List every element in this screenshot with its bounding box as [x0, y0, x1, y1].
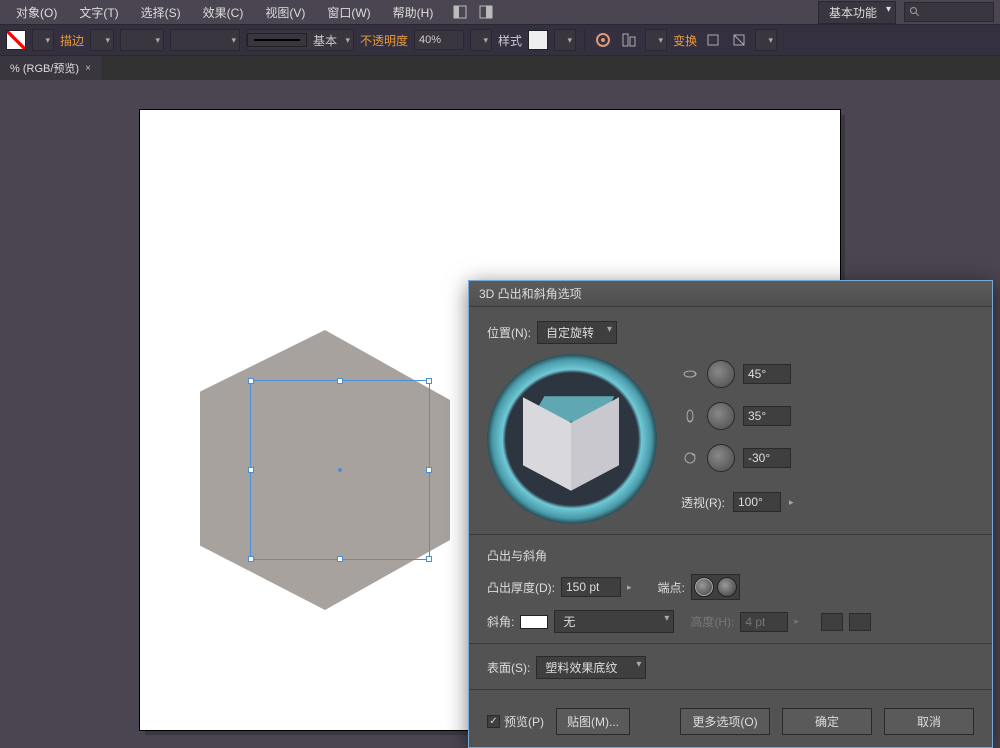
options-bar: 描边 基本 不透明度 样式 变换 — [0, 24, 1000, 56]
workspace-dropdown[interactable]: 基本功能 — [818, 1, 896, 24]
align-dropdown[interactable] — [645, 29, 667, 51]
bevel-height-input — [740, 612, 788, 632]
menu-help[interactable]: 帮助(H) — [383, 1, 444, 24]
cap-toggle — [691, 574, 740, 600]
document-tab-label: % (RGB/预览) — [10, 60, 79, 76]
separator — [584, 29, 585, 51]
surface-label: 表面(S): — [487, 659, 530, 676]
align-icon[interactable] — [619, 30, 639, 50]
transform-icon-2[interactable] — [729, 30, 749, 50]
map-art-button[interactable]: 贴图(M)... — [556, 708, 630, 735]
selection-bounding-box[interactable] — [250, 380, 430, 560]
stroke-profile-dropdown[interactable] — [170, 29, 240, 51]
menubar: 对象(O) 文字(T) 选择(S) 效果(C) 视图(V) 窗口(W) 帮助(H… — [0, 0, 1000, 24]
bevel-extent-in-icon — [821, 613, 843, 631]
bevel-height-label: 高度(H): — [690, 613, 734, 630]
preview-checkbox-label: 预览(P) — [504, 713, 544, 730]
rotate-z-icon — [681, 449, 699, 467]
bevel-preview-swatch — [520, 615, 548, 629]
dialog-title: 3D 凸出和斜角选项 — [479, 285, 582, 302]
transform-icon-1[interactable] — [703, 30, 723, 50]
depth-stepper-icon[interactable]: ▸ — [627, 582, 632, 593]
dialog-titlebar[interactable]: 3D 凸出和斜角选项 — [469, 281, 992, 307]
rotate-y-dial[interactable] — [707, 402, 735, 430]
cap-off-button[interactable] — [717, 577, 737, 597]
preview-cube — [527, 394, 617, 484]
position-dropdown[interactable]: 自定旋转 — [537, 321, 617, 344]
rotate-x-dial[interactable] — [707, 360, 735, 388]
graphic-style-swatch[interactable] — [528, 30, 548, 50]
more-options-button[interactable]: 更多选项(O) — [680, 708, 770, 735]
cap-label: 端点: — [658, 579, 685, 596]
divider — [469, 689, 992, 690]
selection-handle[interactable] — [248, 467, 254, 473]
close-tab-icon[interactable]: × — [85, 63, 91, 74]
brush-def-label: 基本 — [313, 32, 337, 49]
cap-on-button[interactable] — [694, 577, 714, 597]
menu-window[interactable]: 窗口(W) — [317, 1, 380, 24]
menu-effect[interactable]: 效果(C) — [193, 1, 254, 24]
3d-extrude-bevel-dialog: 3D 凸出和斜角选项 位置(N): 自定旋转 — [468, 280, 993, 748]
divider — [469, 534, 992, 535]
divider — [469, 643, 992, 644]
extrude-section-label: 凸出与斜角 — [487, 547, 974, 564]
stroke-label: 描边 — [60, 32, 84, 49]
rotate-x-input[interactable] — [743, 364, 791, 384]
preview-checkbox[interactable]: ✓ 预览(P) — [487, 713, 544, 730]
selection-handle[interactable] — [426, 467, 432, 473]
perspective-label: 透视(R): — [681, 494, 725, 511]
opacity-input[interactable] — [414, 30, 464, 50]
stroke-weight-dropdown[interactable] — [120, 29, 164, 51]
bevel-dropdown[interactable]: 无 — [554, 610, 674, 633]
fill-dropdown[interactable] — [32, 29, 54, 51]
opacity-dropdown[interactable] — [470, 29, 492, 51]
graphic-style-dropdown[interactable] — [554, 29, 576, 51]
3d-preview-widget[interactable] — [487, 354, 657, 524]
menu-object[interactable]: 对象(O) — [6, 1, 67, 24]
height-stepper-icon: ▸ — [794, 616, 799, 627]
doc-arrange-icon[interactable] — [451, 3, 469, 21]
brush-def-dropdown[interactable]: 基本 — [246, 29, 354, 51]
opacity-label: 不透明度 — [360, 32, 408, 49]
selection-handle[interactable] — [337, 556, 343, 562]
selection-handle[interactable] — [248, 556, 254, 562]
transform-label[interactable]: 变换 — [673, 32, 697, 49]
perspective-stepper-icon[interactable]: ▸ — [789, 497, 794, 508]
depth-input[interactable] — [561, 577, 621, 597]
selection-handle[interactable] — [426, 378, 432, 384]
rotate-x-icon — [681, 365, 699, 383]
bevel-extent-out-icon — [849, 613, 871, 631]
selection-center — [338, 468, 342, 472]
style-label: 样式 — [498, 32, 522, 49]
bevel-label: 斜角: — [487, 613, 514, 630]
transform-dropdown[interactable] — [755, 29, 777, 51]
position-label: 位置(N): — [487, 324, 531, 341]
checkbox-checked-icon: ✓ — [487, 715, 500, 728]
fill-swatch[interactable] — [6, 30, 26, 50]
rotate-y-input[interactable] — [743, 406, 791, 426]
search-input[interactable] — [904, 2, 994, 22]
screen-mode-icon[interactable] — [477, 3, 495, 21]
rotate-y-icon — [681, 407, 699, 425]
menu-text[interactable]: 文字(T) — [69, 1, 128, 24]
ok-button[interactable]: 确定 — [782, 708, 872, 735]
menu-select[interactable]: 选择(S) — [131, 1, 191, 24]
perspective-input[interactable] — [733, 492, 781, 512]
selection-handle[interactable] — [248, 378, 254, 384]
menu-view[interactable]: 视图(V) — [255, 1, 315, 24]
rotate-z-input[interactable] — [743, 448, 791, 468]
rotate-z-dial[interactable] — [707, 444, 735, 472]
recolor-icon[interactable] — [593, 30, 613, 50]
search-icon — [909, 6, 921, 18]
selection-handle[interactable] — [426, 556, 432, 562]
document-tab[interactable]: % (RGB/预览) × — [0, 56, 101, 80]
surface-dropdown[interactable]: 塑料效果底纹 — [536, 656, 646, 679]
cancel-button[interactable]: 取消 — [884, 708, 974, 735]
stroke-color-dropdown[interactable] — [90, 29, 114, 51]
depth-label: 凸出厚度(D): — [487, 579, 555, 596]
document-tabs: % (RGB/预览) × — [0, 56, 1000, 80]
selection-handle[interactable] — [337, 378, 343, 384]
